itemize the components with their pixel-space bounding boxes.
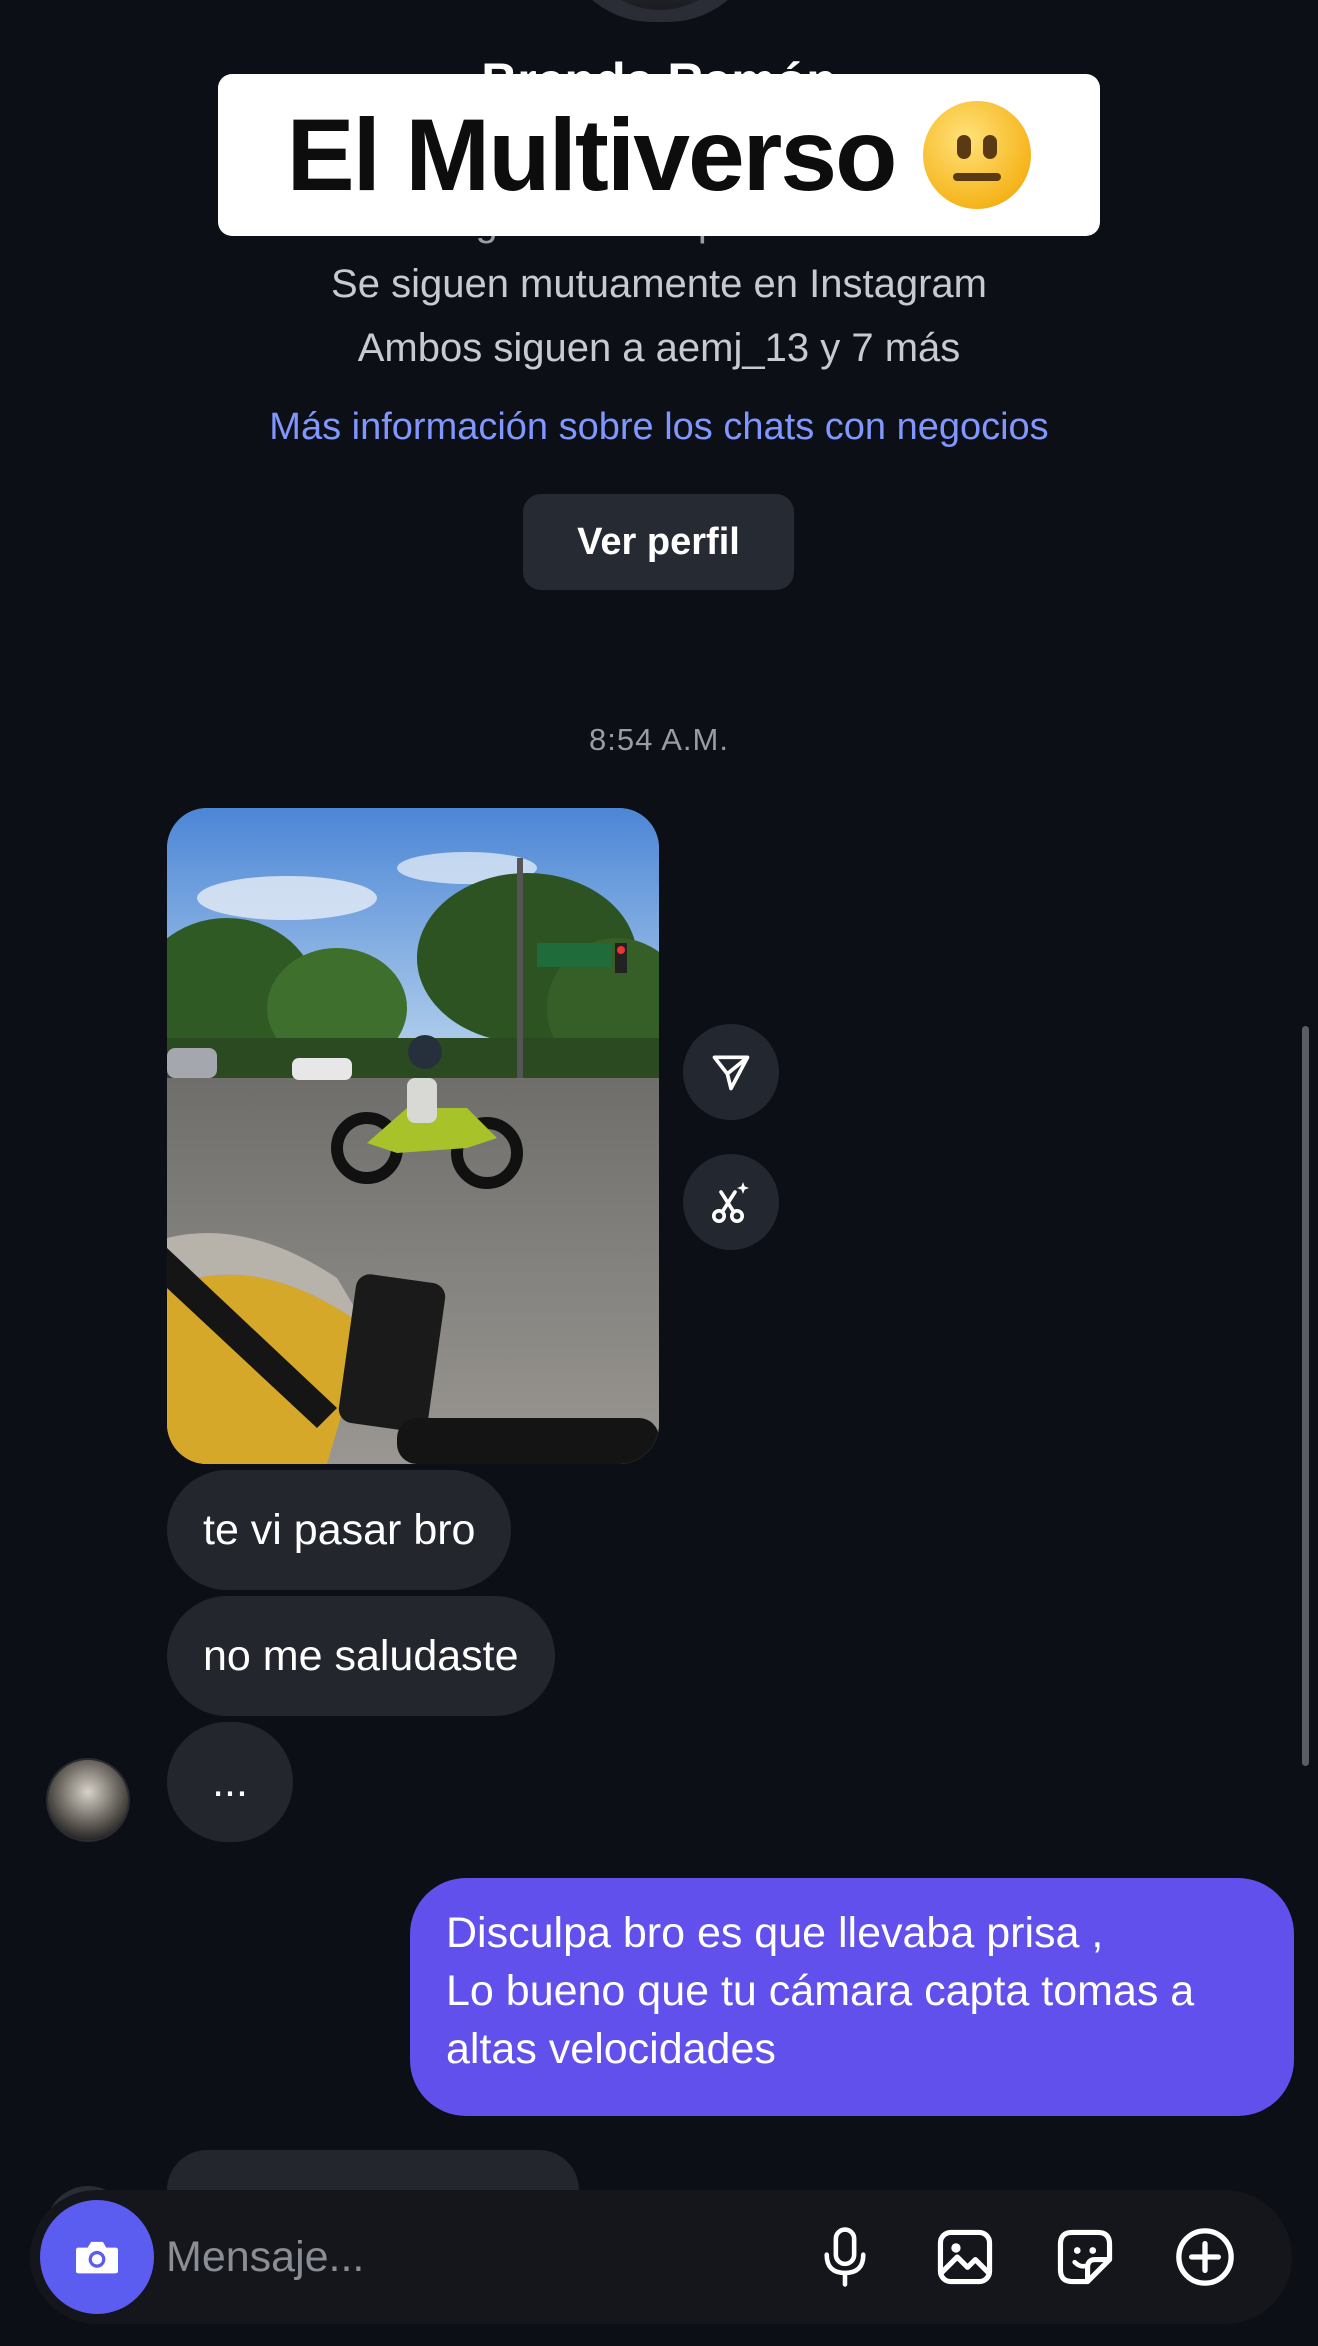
cutout-photo-button[interactable] bbox=[683, 1154, 779, 1250]
incoming-message[interactable]: no me saludaste bbox=[167, 1596, 555, 1716]
message-timestamp: 8:54 A.M. bbox=[589, 722, 729, 757]
title-banner: El Multiverso bbox=[218, 74, 1100, 236]
outgoing-message-line: Lo bueno que tu cámara capta tomas a bbox=[446, 1967, 1195, 2015]
outgoing-message-line: Disculpa bro es que llevaba prisa , bbox=[446, 1909, 1104, 1957]
gallery-icon bbox=[937, 2229, 993, 2285]
camera-button[interactable] bbox=[40, 2200, 154, 2314]
mutual-friends-text: Ambos siguen a aemj_13 y 7 más bbox=[357, 326, 961, 370]
business-info-link[interactable]: Más información sobre los chats con nego… bbox=[0, 406, 1318, 449]
incoming-message[interactable]: ... bbox=[167, 1722, 293, 1842]
microphone-icon bbox=[824, 2227, 866, 2287]
plus-icon bbox=[1176, 2228, 1234, 2286]
sticker-button[interactable] bbox=[1045, 2217, 1125, 2297]
incoming-message[interactable]: te vi pasar bro bbox=[167, 1470, 512, 1590]
incoming-message-text: no me saludaste bbox=[203, 1631, 519, 1680]
incoming-message-text: ... bbox=[212, 1757, 248, 1806]
photo-message[interactable] bbox=[167, 808, 659, 1464]
message-composer bbox=[30, 2190, 1292, 2324]
sticker-icon bbox=[1057, 2229, 1113, 2285]
send-icon bbox=[712, 1055, 750, 1091]
scrollbar[interactable] bbox=[1302, 1026, 1309, 1766]
message-input[interactable] bbox=[166, 2220, 706, 2294]
banner-title: El Multiverso bbox=[286, 97, 898, 212]
profile-avatar[interactable] bbox=[560, 0, 760, 22]
cutout-sparkle-icon bbox=[712, 1182, 749, 1223]
sender-avatar[interactable] bbox=[46, 1758, 130, 1842]
camera-icon bbox=[76, 2241, 118, 2274]
street-scene-image bbox=[167, 808, 659, 1464]
outgoing-message[interactable]: Disculpa bro es que llevaba prisa , Lo b… bbox=[410, 1878, 1294, 2116]
incoming-message-text: te vi pasar bro bbox=[203, 1505, 476, 1554]
mutual-follow-text: Se siguen mutuamente en Instagram bbox=[331, 262, 987, 306]
voice-message-button[interactable] bbox=[805, 2217, 885, 2297]
view-profile-button[interactable]: Ver perfil bbox=[523, 494, 794, 590]
outgoing-message-line: altas velocidades bbox=[446, 2025, 776, 2073]
gallery-button[interactable] bbox=[925, 2217, 1005, 2297]
share-photo-button[interactable] bbox=[683, 1024, 779, 1120]
neutral-face-emoji bbox=[923, 101, 1032, 209]
more-options-button[interactable] bbox=[1165, 2217, 1245, 2297]
